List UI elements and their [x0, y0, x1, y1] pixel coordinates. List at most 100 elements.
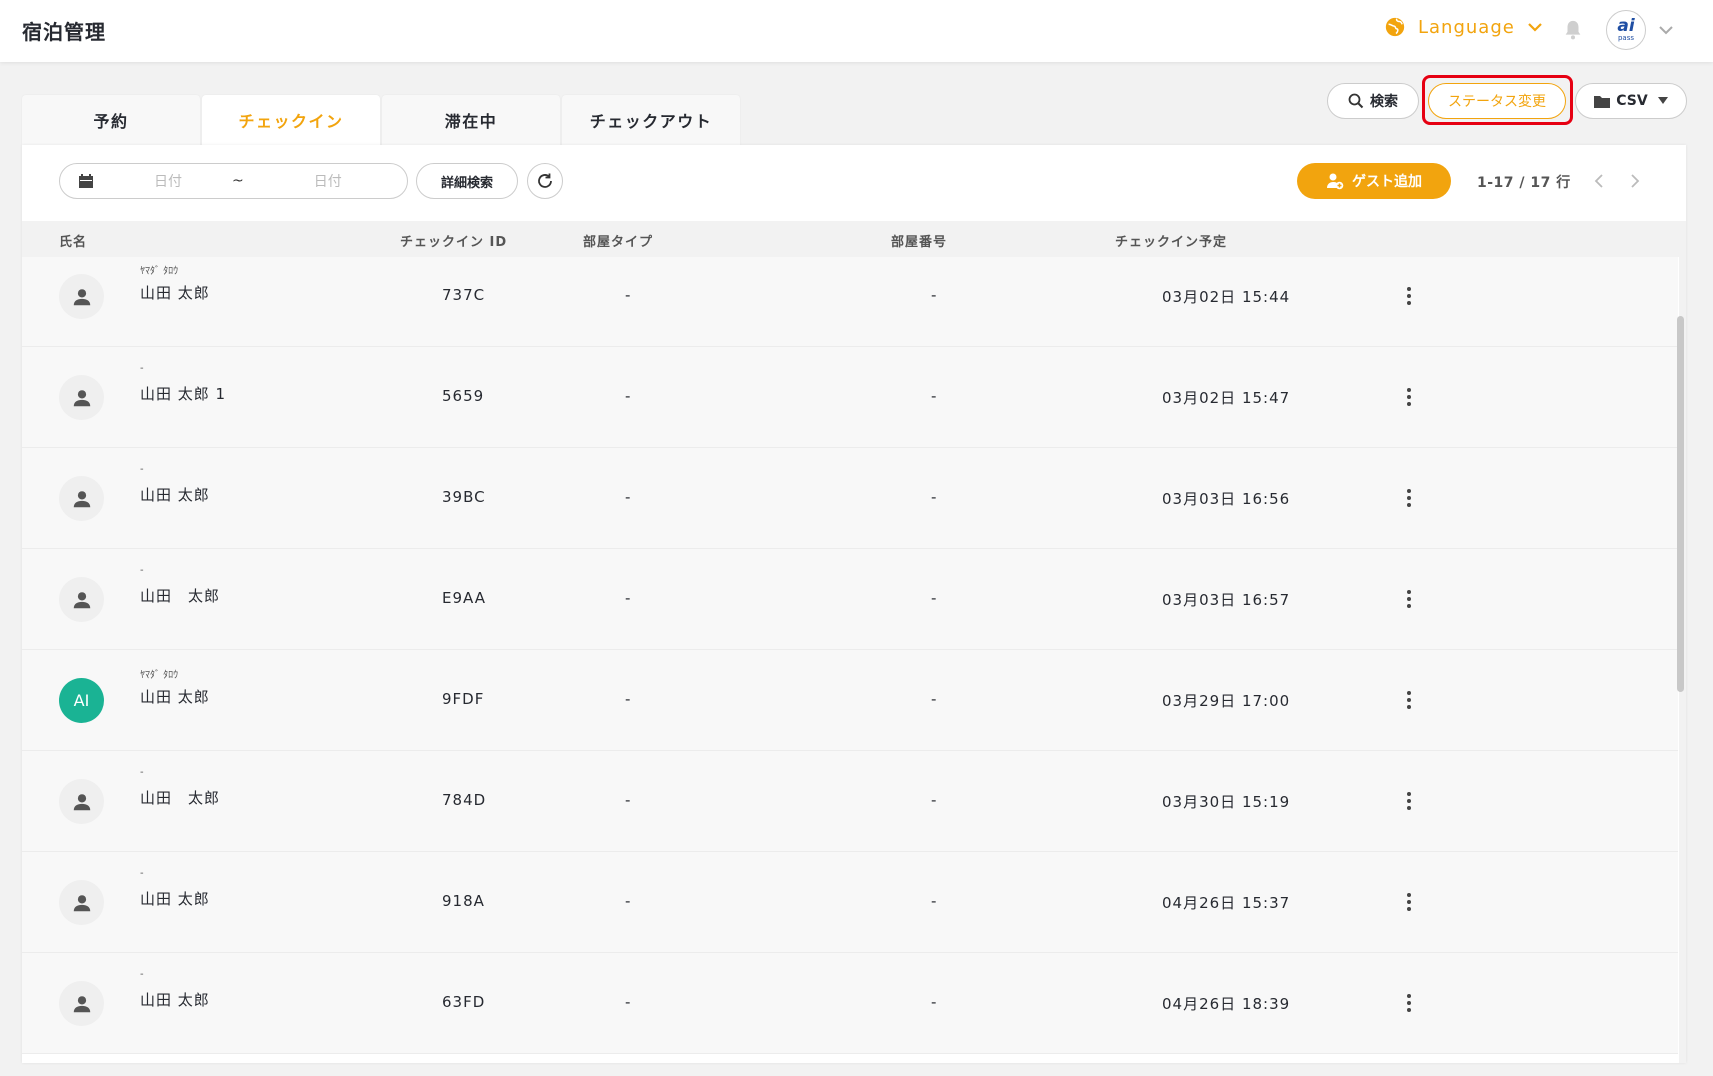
table-row[interactable]: - 山田 太郎 918A - - 04月26日 15:37: [22, 852, 1678, 953]
room-number: -: [931, 589, 938, 607]
guest-kana: -: [140, 464, 144, 475]
table-row[interactable]: - 山田 太郎 784D - - 03月30日 15:19: [22, 751, 1678, 852]
checkin-date: 04月26日 15:37: [1162, 894, 1291, 912]
checkin-id: 63FD: [442, 993, 486, 1011]
guest-avatar: [59, 779, 104, 824]
guest-kana: -: [140, 767, 144, 778]
caret-down-icon: [1657, 97, 1668, 104]
guest-kana: ﾔﾏﾀﾞ ﾀﾛｳ: [140, 670, 179, 681]
guest-name: 山田 太郎: [140, 890, 210, 908]
tab-checkout[interactable]: チェックアウト: [562, 95, 740, 145]
room-type: -: [625, 387, 632, 405]
guest-avatar: AI: [59, 678, 104, 723]
room-number: -: [931, 993, 938, 1011]
tab-reservation[interactable]: 予約: [22, 95, 200, 145]
add-guest-button[interactable]: ゲスト追加: [1297, 163, 1451, 199]
more-vert-icon[interactable]: [1402, 286, 1416, 306]
chevron-right-icon[interactable]: [1626, 173, 1642, 189]
checkin-panel: 日付 ~ 日付 詳細検索 ゲスト追加 1-17 / 17 行 氏名 チェックイン…: [22, 145, 1686, 1063]
date-to-input[interactable]: 日付: [314, 171, 342, 191]
user-avatar[interactable]: ai pass: [1606, 10, 1646, 50]
language-selector[interactable]: Language: [1384, 16, 1543, 38]
checkin-id: 784D: [442, 791, 487, 809]
room-type: -: [625, 993, 632, 1011]
table-row[interactable]: - 山田 太郎 63FD - - 04月26日 18:39: [22, 953, 1678, 1054]
person-icon: [73, 288, 90, 305]
guest-avatar: [59, 375, 104, 420]
guest-name: 山田 太郎: [140, 789, 221, 807]
person-icon: [73, 490, 90, 507]
table-row[interactable]: - 山田 太郎 E9AA - - 03月03日 16:57: [22, 549, 1678, 650]
scrollbar-thumb[interactable]: [1677, 316, 1684, 692]
date-from-input[interactable]: 日付: [154, 171, 182, 191]
table-row[interactable]: - 山田 太郎 39BC - - 03月03日 16:56: [22, 448, 1678, 549]
app-title: 宿泊管理: [22, 20, 106, 44]
table-row[interactable]: AI ﾔﾏﾀﾞ ﾀﾛｳ 山田 太郎 9FDF - - 03月29日 17:00: [22, 650, 1678, 751]
tab-staying[interactable]: 滞在中: [382, 95, 560, 145]
date-range-picker[interactable]: 日付 ~ 日付: [59, 163, 408, 199]
chevron-down-icon: [1528, 23, 1542, 32]
csv-button-label: CSV: [1616, 93, 1648, 109]
room-number: -: [931, 892, 938, 910]
guest-name: 山田 太郎: [140, 688, 210, 706]
language-label: Language: [1418, 16, 1515, 38]
paging-text: 1-17 / 17 行: [1477, 175, 1571, 191]
chevron-down-icon[interactable]: [1658, 22, 1674, 38]
table-row[interactable]: ﾔﾏﾀﾞ ﾀﾛｳ 山田 太郎 737C - - 03月02日 15:44: [22, 257, 1678, 347]
checkin-date: 03月03日 16:56: [1162, 490, 1291, 508]
guest-kana: -: [140, 969, 144, 980]
column-checkin-id[interactable]: チェックイン ID: [400, 231, 507, 250]
room-number: -: [931, 488, 938, 506]
person-icon: [73, 793, 90, 810]
date-separator: ~: [232, 173, 244, 189]
room-number: -: [931, 286, 938, 304]
column-name[interactable]: 氏名: [59, 231, 87, 250]
guest-kana: -: [140, 868, 144, 879]
more-vert-icon[interactable]: [1402, 690, 1416, 710]
column-checkin-date[interactable]: チェックイン予定: [1115, 231, 1227, 250]
guest-kana: ﾔﾏﾀﾞ ﾀﾛｳ: [140, 266, 179, 277]
guest-name: 山田 太郎: [140, 284, 210, 302]
globe-icon: [1385, 17, 1405, 37]
more-vert-icon[interactable]: [1402, 892, 1416, 912]
person-icon: [73, 995, 90, 1012]
calendar-icon: [79, 174, 93, 188]
csv-button[interactable]: CSV: [1575, 83, 1687, 119]
guest-avatar: [59, 981, 104, 1026]
detail-search-button[interactable]: 詳細検索: [416, 163, 518, 199]
checkin-date: 03月30日 15:19: [1162, 793, 1291, 811]
chevron-left-icon[interactable]: [1592, 173, 1608, 189]
room-type: -: [625, 791, 632, 809]
checkin-id: 5659: [442, 387, 485, 405]
checkin-id: E9AA: [442, 589, 486, 607]
guest-avatar: [59, 880, 104, 925]
person-icon: [73, 389, 90, 406]
tab-checkin[interactable]: チェックイン: [202, 95, 380, 145]
checkin-date: 03月03日 16:57: [1162, 591, 1291, 609]
more-vert-icon[interactable]: [1402, 589, 1416, 609]
status-tabs: 予約 チェックイン 滞在中 チェックアウト: [22, 95, 742, 145]
person-icon: [73, 894, 90, 911]
guest-name: 山田 太郎: [140, 587, 221, 605]
column-room-type[interactable]: 部屋タイプ: [583, 231, 653, 250]
checkin-date: 03月02日 15:47: [1162, 389, 1291, 407]
status-change-button[interactable]: ステータス変更: [1428, 83, 1566, 119]
more-vert-icon[interactable]: [1402, 791, 1416, 811]
room-type: -: [625, 589, 632, 607]
column-room-number[interactable]: 部屋番号: [891, 231, 947, 250]
more-vert-icon[interactable]: [1402, 488, 1416, 508]
refresh-icon: [538, 173, 552, 188]
bell-icon[interactable]: [1562, 18, 1584, 42]
checkin-date: 04月26日 18:39: [1162, 995, 1291, 1013]
search-button[interactable]: 検索: [1327, 83, 1419, 119]
more-vert-icon[interactable]: [1402, 993, 1416, 1013]
room-number: -: [931, 387, 938, 405]
checkin-id: 9FDF: [442, 690, 485, 708]
table-header: 氏名 チェックイン ID 部屋タイプ 部屋番号 チェックイン予定: [22, 221, 1686, 257]
refresh-button[interactable]: [527, 163, 563, 199]
table-row[interactable]: - 山田 太郎 1 5659 - - 03月02日 15:47: [22, 347, 1678, 448]
checkin-id: 737C: [442, 286, 486, 304]
checkin-date: 03月29日 17:00: [1162, 692, 1291, 710]
more-vert-icon[interactable]: [1402, 387, 1416, 407]
guest-avatar: [59, 274, 104, 319]
